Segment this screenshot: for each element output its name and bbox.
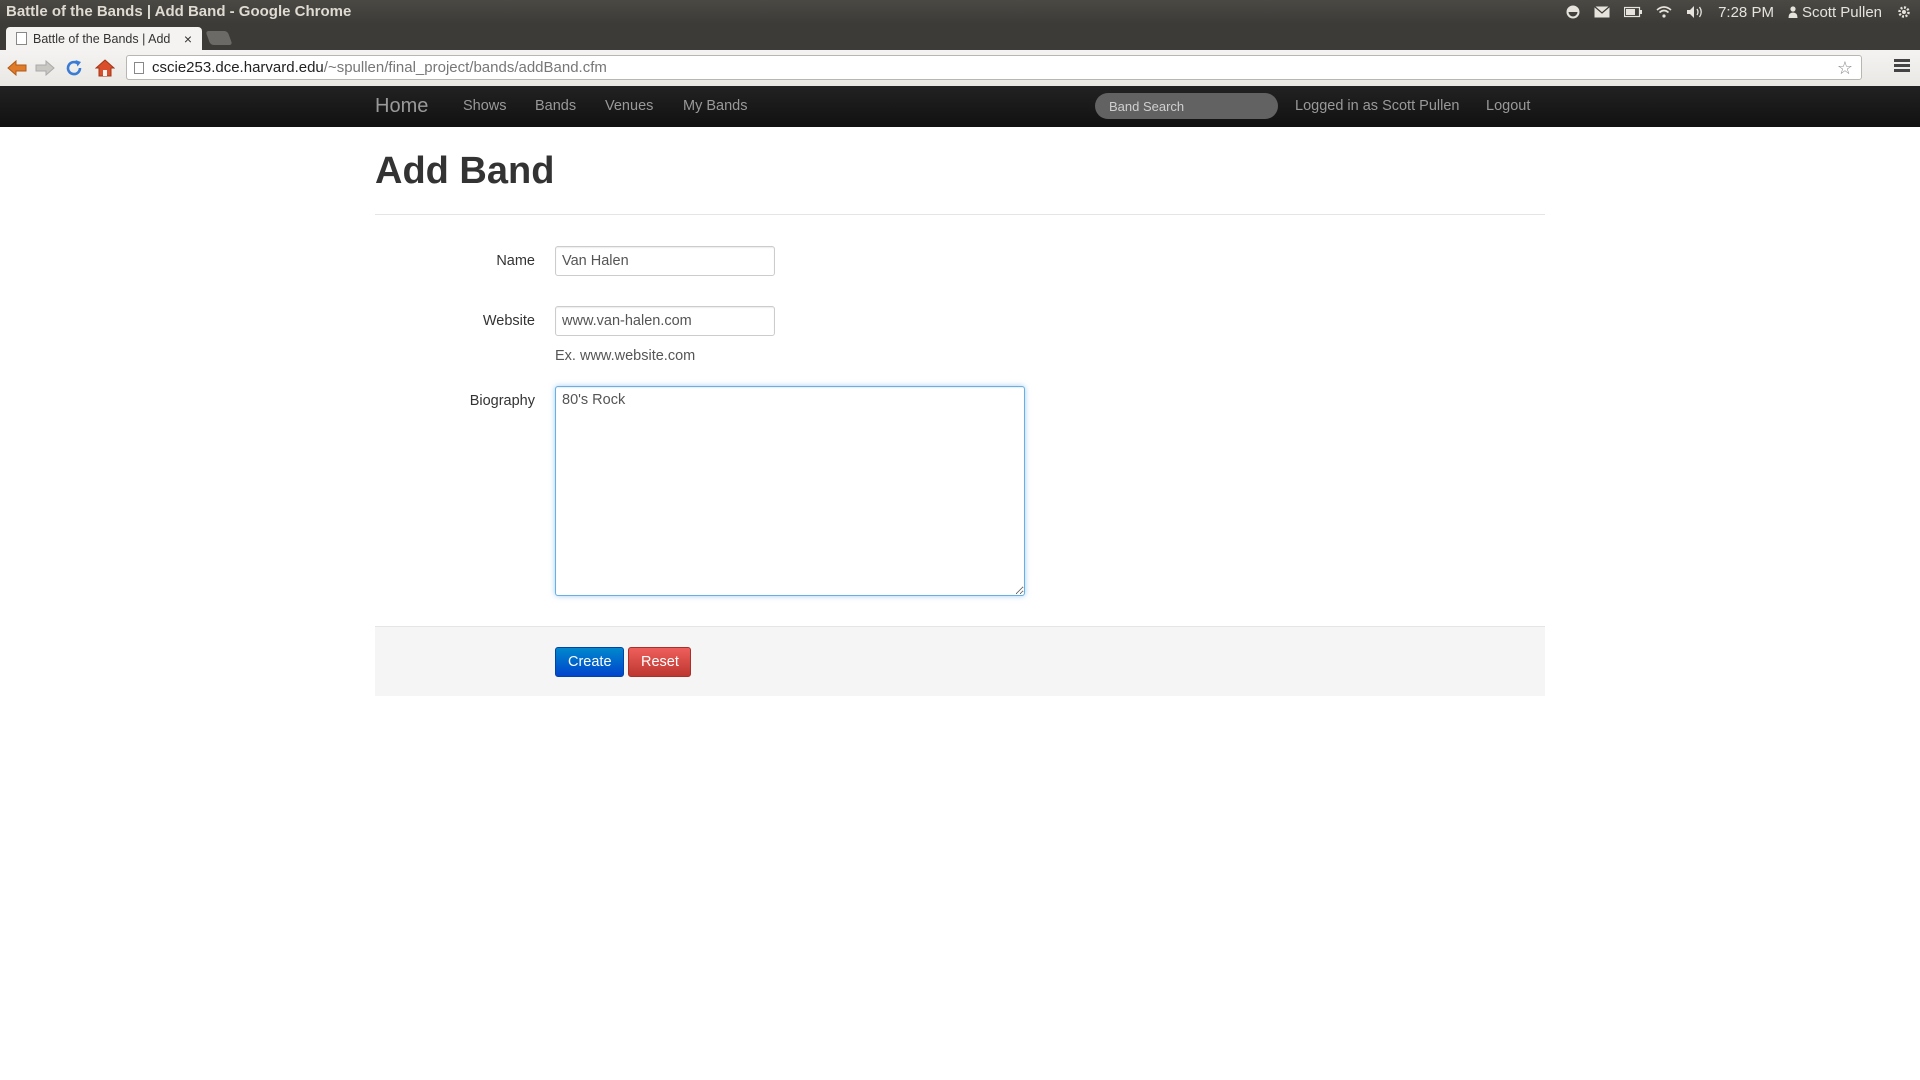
create-button[interactable]: Create [555, 647, 624, 677]
user-menu[interactable]: Scott Pullen [1788, 4, 1882, 21]
address-bar[interactable]: cscie253.dce.harvard.edu/~spullen/final_… [126, 55, 1862, 80]
volume-icon[interactable] [1686, 5, 1704, 19]
os-top-panel: Battle of the Bands | Add Band - Google … [0, 0, 1920, 24]
tab-strip: Battle of the Bands | Add × [0, 24, 1920, 50]
forward-arrow-icon [35, 60, 55, 76]
chrome-menu-icon[interactable] [1894, 59, 1910, 73]
form-actions: Create Reset [375, 626, 1545, 696]
page-favicon-icon [16, 32, 27, 45]
reset-button[interactable]: Reset [628, 647, 691, 677]
bookmark-star-icon[interactable]: ☆ [1837, 58, 1853, 79]
nav-link-bands[interactable]: Bands [535, 98, 576, 114]
forward-button[interactable] [34, 58, 56, 78]
sync-icon[interactable] [1566, 5, 1580, 19]
name-input[interactable] [555, 246, 775, 276]
band-search-input[interactable] [1095, 93, 1278, 119]
window-title: Battle of the Bands | Add Band - Google … [6, 3, 352, 20]
home-button[interactable] [94, 58, 116, 78]
browser-tab[interactable]: Battle of the Bands | Add × [6, 27, 202, 50]
biography-label: Biography [469, 393, 535, 409]
os-indicators: 7:28 PM Scott Pullen [1566, 0, 1912, 24]
user-name: Scott Pullen [1801, 3, 1882, 21]
home-icon [95, 59, 115, 77]
mail-icon[interactable] [1594, 6, 1610, 18]
user-icon [1788, 6, 1798, 18]
nav-link-shows[interactable]: Shows [463, 98, 507, 114]
url-path: /~spullen/final_project/bands/addBand.cf… [323, 59, 607, 76]
nav-brand-home[interactable]: Home [375, 95, 428, 118]
tab-title: Battle of the Bands | Add [33, 31, 171, 46]
website-label: Website [482, 313, 535, 329]
biography-textarea[interactable]: 80's Rock [555, 386, 1025, 596]
wifi-icon[interactable] [1656, 6, 1672, 18]
reload-button[interactable] [63, 58, 85, 78]
clock[interactable]: 7:28 PM [1718, 4, 1774, 21]
logged-in-text: Logged in as Scott Pullen [1295, 98, 1460, 114]
tab-close-icon[interactable]: × [180, 31, 196, 47]
reload-icon [66, 60, 82, 76]
title-divider [375, 214, 1545, 215]
settings-gear-icon[interactable] [1896, 4, 1912, 20]
page-title: Add Band [375, 150, 555, 192]
name-label: Name [496, 253, 535, 269]
url-host: cscie253.dce.harvard.edu [152, 59, 324, 76]
nav-link-my-bands[interactable]: My Bands [683, 98, 747, 114]
new-tab-button[interactable] [205, 31, 233, 45]
back-arrow-icon [7, 60, 27, 76]
back-button[interactable] [6, 58, 28, 78]
nav-link-venues[interactable]: Venues [605, 98, 653, 114]
browser-toolbar: cscie253.dce.harvard.edu/~spullen/final_… [0, 50, 1920, 87]
website-input[interactable] [555, 306, 775, 336]
page-icon [134, 61, 144, 74]
website-help-text: Ex. www.website.com [555, 348, 696, 364]
nav-link-logout[interactable]: Logout [1486, 98, 1530, 114]
battery-icon[interactable] [1624, 6, 1643, 18]
site-navbar: Home Shows Bands Venues My Bands Logged … [0, 86, 1920, 127]
